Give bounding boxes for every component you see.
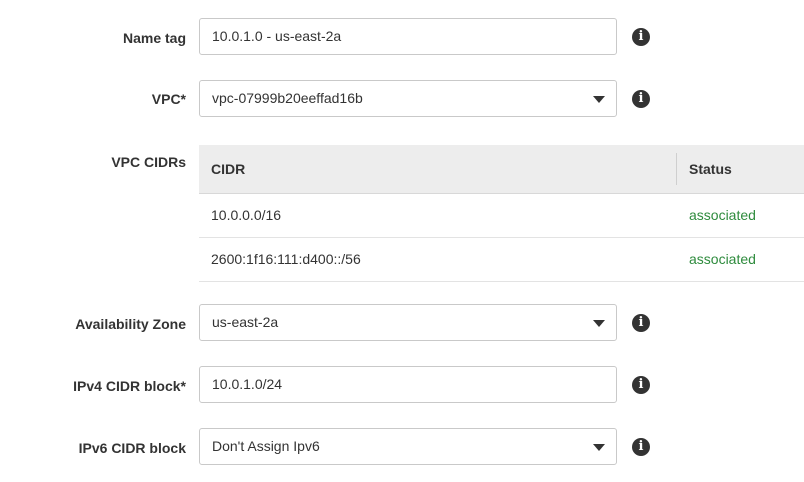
chevron-down-icon — [593, 444, 605, 451]
table-row: 10.0.0.0/16 associated — [199, 194, 804, 238]
vpc-cidrs-label: VPC CIDRs — [111, 154, 186, 170]
create-subnet-form: Name tag 10.0.1.0 - us-east-2a i VPC* vp… — [0, 0, 804, 482]
availability-zone-select[interactable]: us-east-2a — [199, 304, 617, 341]
chevron-down-icon — [593, 320, 605, 327]
ipv4-cidr-label: IPv4 CIDR block* — [73, 378, 186, 394]
status-cell: associated — [689, 207, 756, 223]
vpc-select-value: vpc-07999b20eeffad16b — [212, 90, 363, 106]
ipv6-cidr-value: Don't Assign Ipv6 — [212, 438, 320, 454]
column-header-cidr: CIDR — [211, 161, 246, 177]
availability-zone-value: us-east-2a — [212, 314, 279, 330]
ipv6-cidr-label: IPv6 CIDR block — [78, 440, 186, 456]
chevron-down-icon — [593, 96, 605, 103]
column-header-status: Status — [689, 161, 732, 177]
table-header: CIDR Status — [199, 145, 804, 194]
availability-zone-info-icon[interactable]: i — [632, 314, 650, 332]
cidr-cell: 10.0.0.0/16 — [211, 207, 282, 223]
name-tag-label: Name tag — [122, 30, 186, 46]
vpc-label: VPC* — [151, 91, 186, 107]
name-tag-info-icon[interactable]: i — [632, 28, 650, 46]
availability-zone-label: Availability Zone — [75, 316, 186, 332]
ipv4-cidr-info-icon[interactable]: i — [632, 376, 650, 394]
status-cell: associated — [689, 251, 756, 267]
vpc-select[interactable]: vpc-07999b20eeffad16b — [199, 80, 617, 117]
column-divider — [676, 153, 677, 185]
cidr-cell: 2600:1f16:111:d400::/56 — [211, 251, 361, 267]
ipv6-cidr-select[interactable]: Don't Assign Ipv6 — [199, 428, 617, 465]
name-tag-input[interactable]: 10.0.1.0 - us-east-2a — [199, 18, 617, 55]
ipv4-cidr-input[interactable]: 10.0.1.0/24 — [199, 366, 617, 403]
vpc-cidrs-table: CIDR Status 10.0.0.0/16 associated 2600:… — [199, 145, 804, 282]
vpc-info-icon[interactable]: i — [632, 90, 650, 108]
ipv6-cidr-info-icon[interactable]: i — [632, 438, 650, 456]
table-row: 2600:1f16:111:d400::/56 associated — [199, 238, 804, 282]
